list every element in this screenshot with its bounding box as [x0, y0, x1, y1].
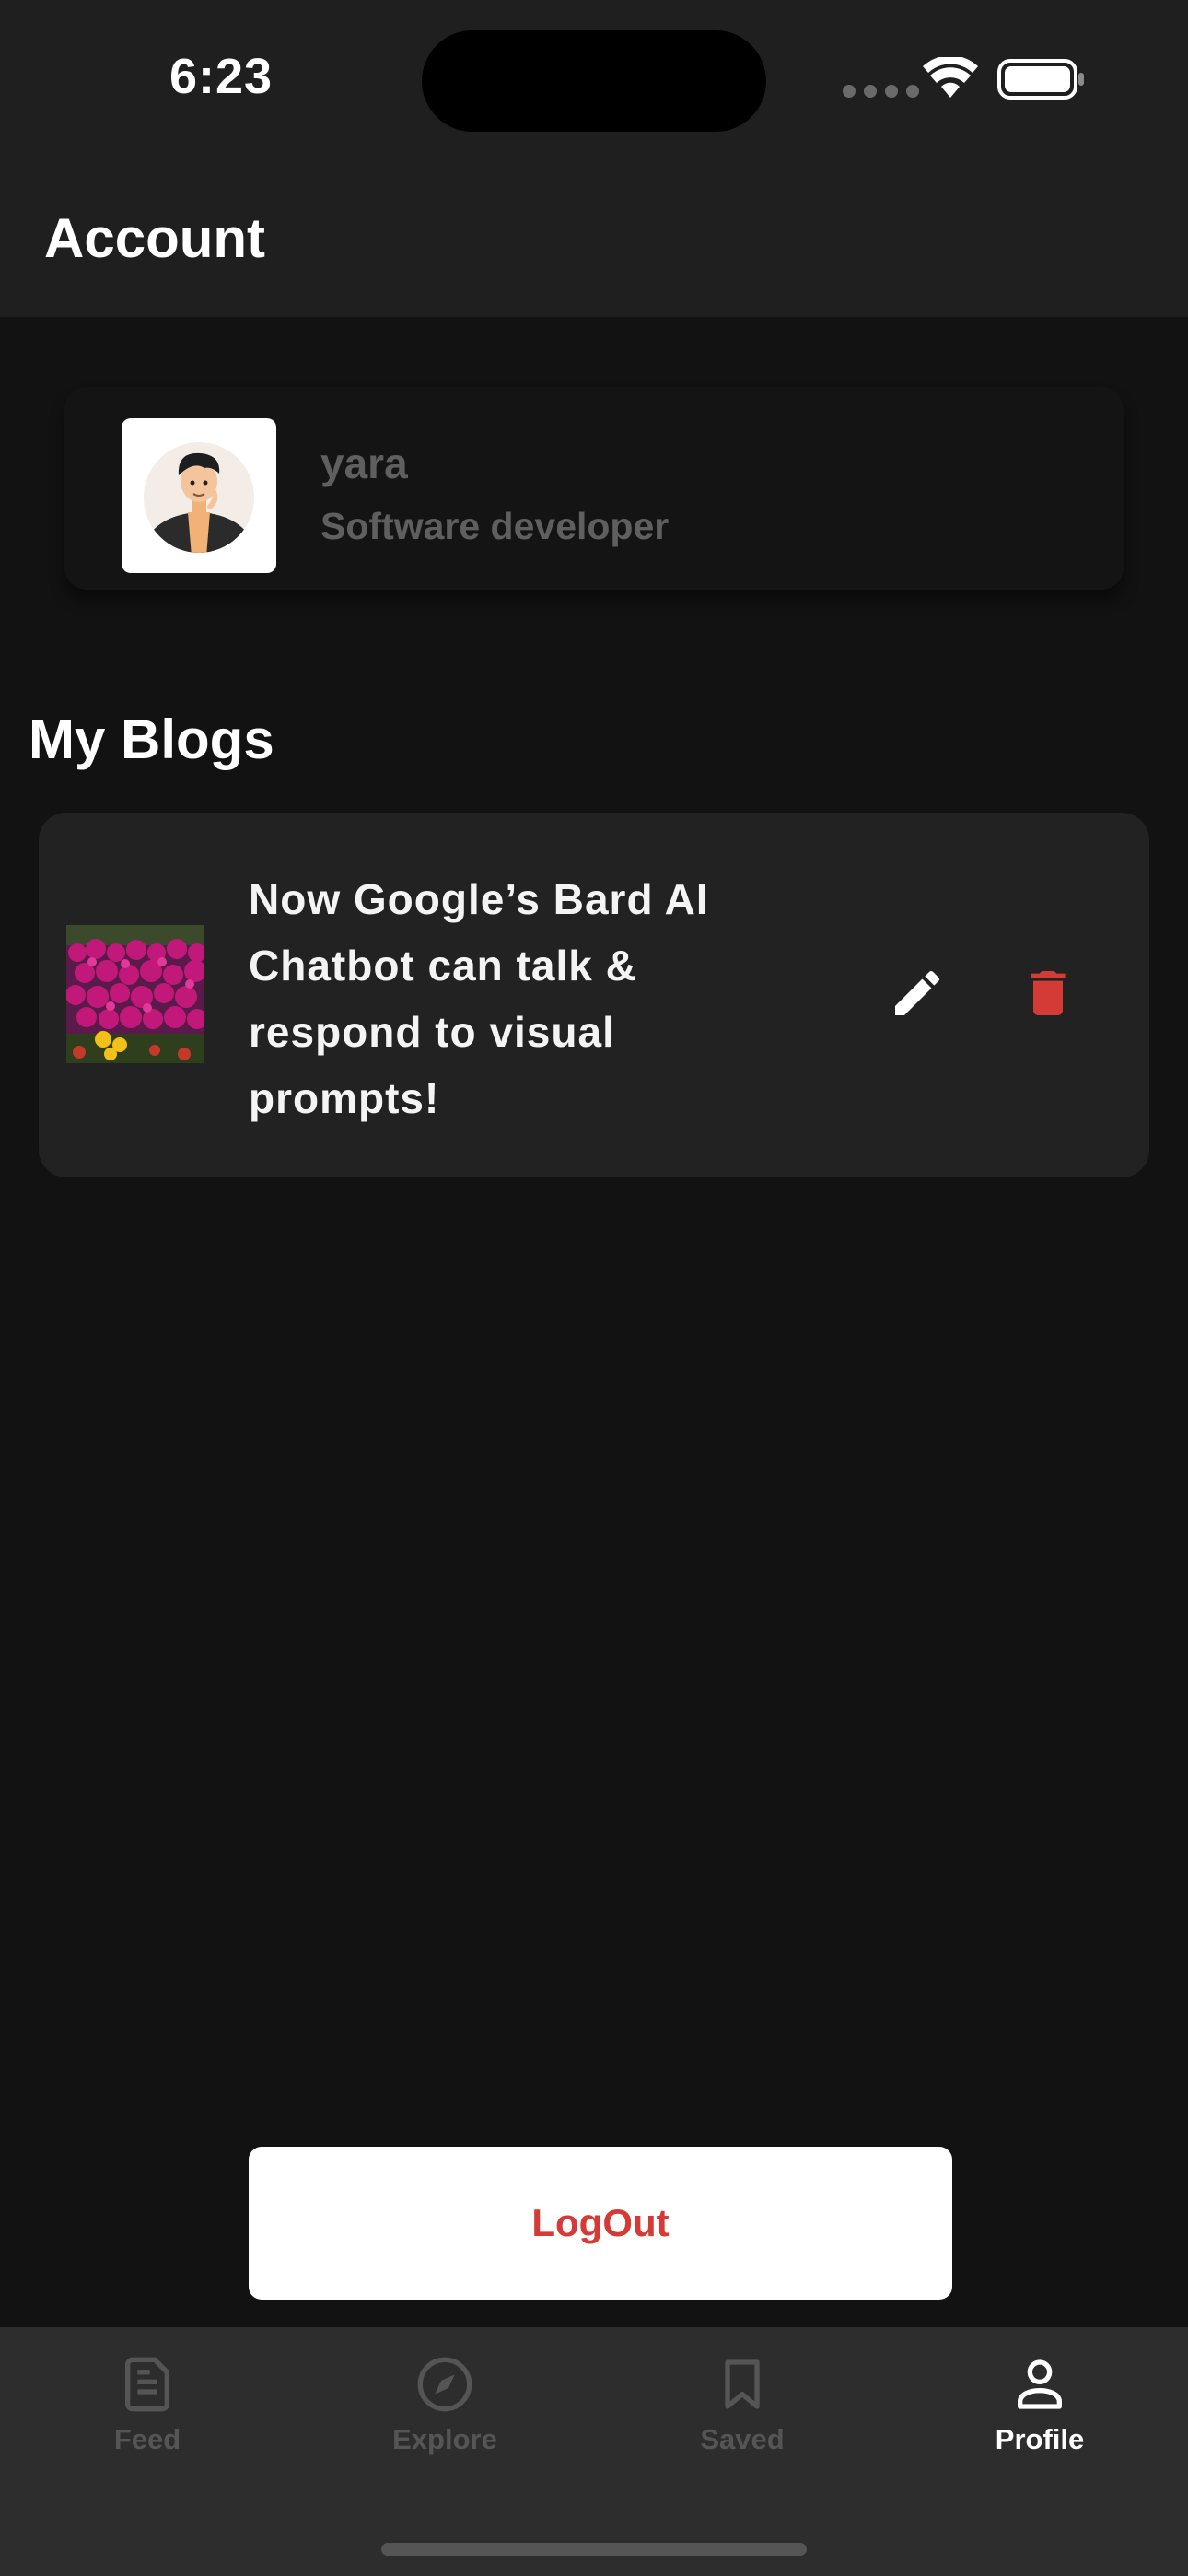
avatar: [122, 418, 276, 573]
dynamic-island: [422, 30, 766, 132]
pencil-icon: [895, 970, 940, 1015]
wifi-icon: [923, 57, 978, 98]
bookmark-icon: [725, 2359, 760, 2409]
profile-role: Software developer: [320, 505, 670, 547]
avatar-illustration-icon: [144, 442, 254, 553]
blog-card[interactable]: Now Google’s Bard AI Chatbot can talk & …: [39, 813, 1149, 1177]
app-header: Account: [0, 175, 1188, 317]
battery-icon: [997, 59, 1084, 100]
tab-explore[interactable]: Explore: [307, 2355, 583, 2456]
home-indicator[interactable]: [381, 2543, 807, 2556]
tab-label: Profile: [995, 2423, 1085, 2455]
person-icon: [1018, 2359, 1062, 2409]
status-time: 6:23: [169, 49, 274, 104]
tab-label: Feed: [113, 2423, 181, 2455]
tab-label: Explore: [392, 2423, 497, 2455]
profile-card: yara Software developer: [64, 387, 1124, 590]
profile-name: yara: [320, 439, 408, 487]
page-title: Account: [44, 207, 265, 269]
tab-saved[interactable]: Saved: [604, 2355, 880, 2456]
logout-button[interactable]: LogOut: [249, 2147, 952, 2300]
tab-profile[interactable]: Profile: [902, 2355, 1178, 2456]
tab-feed[interactable]: Feed: [9, 2355, 285, 2456]
blog-thumbnail: [66, 925, 204, 1063]
trash-icon: [1031, 971, 1066, 1015]
compass-icon: [417, 2357, 472, 2412]
document-icon: [125, 2357, 169, 2412]
status-bar: 6:23: [0, 0, 1188, 175]
blog-title[interactable]: Now Google’s Bard AI Chatbot can talk & …: [249, 866, 764, 1131]
section-title-my-blogs: My Blogs: [29, 708, 274, 770]
bottom-tab-bar: Feed Explore Saved Profile: [0, 2327, 1188, 2576]
cellular-signal-icon: [843, 85, 919, 98]
delete-blog-button[interactable]: [1019, 964, 1077, 1023]
tab-label: Saved: [700, 2423, 785, 2455]
edit-blog-button[interactable]: [888, 964, 947, 1023]
